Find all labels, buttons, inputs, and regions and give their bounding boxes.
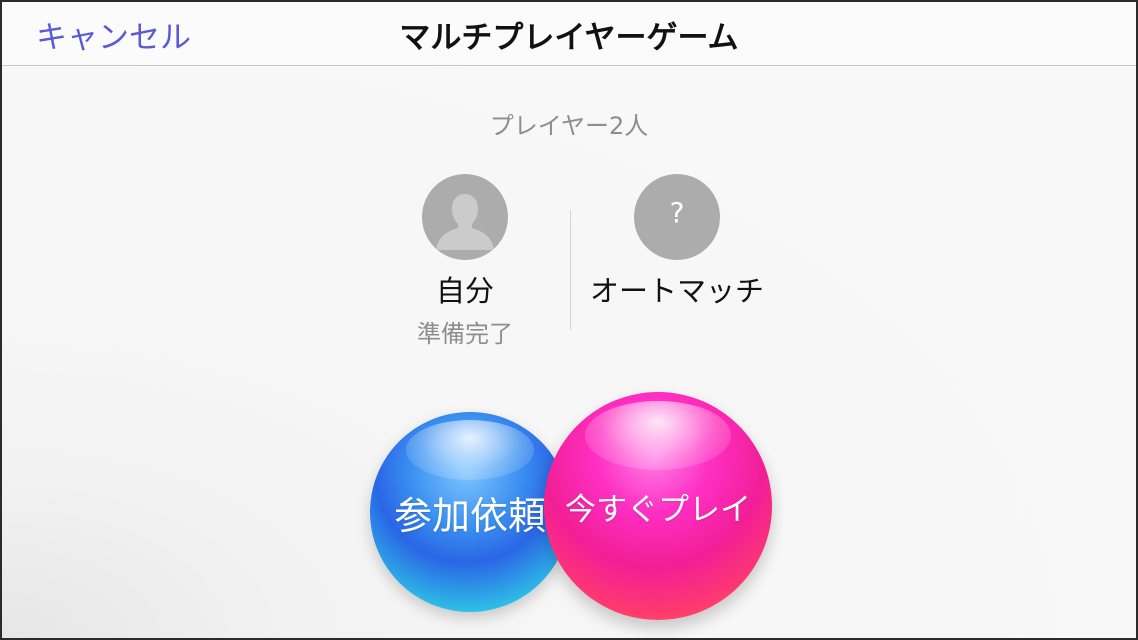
- auto-match-avatar: ?: [634, 174, 720, 260]
- bubble-highlight: [406, 420, 534, 480]
- invite-friends-label: 参加依頼: [393, 493, 546, 538]
- bubble-highlight: [585, 401, 731, 470]
- player-divider: [570, 210, 571, 330]
- navigation-bar: キャンセル マルチプレイヤーゲーム: [2, 2, 1136, 66]
- self-player-status: 準備完了: [417, 320, 513, 348]
- play-now-label: 今すぐプレイ: [565, 491, 751, 528]
- self-player-name: 自分: [435, 274, 494, 308]
- multiplayer-screen: キャンセル マルチプレイヤーゲーム プレイヤー2人 ? 自分 準備完了 オートマ…: [0, 0, 1138, 640]
- person-silhouette-icon: [436, 194, 494, 250]
- page-title: マルチプレイヤーゲーム: [399, 20, 739, 56]
- player-count-label: プレイヤー2人: [489, 112, 649, 140]
- self-avatar: [422, 174, 508, 260]
- invite-friends-button[interactable]: 参加依頼: [370, 412, 570, 612]
- question-mark-icon: ?: [669, 196, 685, 229]
- play-now-button[interactable]: 今すぐプレイ: [544, 392, 772, 620]
- auto-match-player-name: オートマッチ: [589, 274, 764, 308]
